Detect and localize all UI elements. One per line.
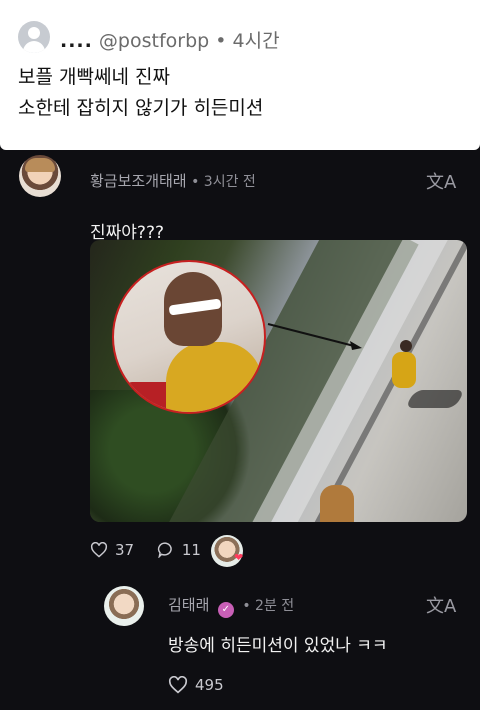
translate-icon[interactable]: 文A (426, 592, 456, 618)
like-count: 37 (115, 540, 135, 559)
post-meta: .... @postforbp • 4시간 (60, 26, 280, 53)
creator-heart-icon: ❤ (234, 551, 244, 564)
reply-count: 11 (181, 540, 201, 559)
post-handle[interactable]: @postforbp (99, 30, 209, 52)
reply-like-button[interactable]: 495 (168, 676, 224, 694)
arrow-icon (267, 323, 362, 350)
default-avatar-icon[interactable] (18, 21, 50, 53)
post-time: 4시간 (232, 30, 280, 52)
reply-avatar[interactable] (104, 586, 144, 626)
quoted-post[interactable]: .... @postforbp • 4시간 보플 개빡쎄네 진짜 소한테 잡히지… (0, 0, 480, 150)
reply-meta: 김태래 ✓ • 2분 전 (168, 594, 294, 618)
comment-avatar[interactable] (19, 155, 61, 197)
post-line-1: 보플 개빡쎄네 진짜 (18, 66, 170, 88)
heart-icon (168, 676, 188, 694)
comment-bubble-icon (157, 542, 172, 558)
comment-time: 3시간 전 (203, 174, 256, 190)
translate-icon[interactable]: 文A (426, 168, 456, 194)
verified-badge-icon: ✓ (217, 602, 234, 618)
post-text: 보플 개빡쎄네 진짜 소한테 잡히지 않기가 히든미션 (18, 62, 263, 124)
post-line-2: 소한테 잡히지 않기가 히든미션 (18, 97, 264, 119)
heart-icon (90, 541, 108, 558)
comment-author[interactable]: 황금보조개태래 (90, 172, 187, 190)
meta-separator: • (215, 30, 227, 52)
post-author-hidden[interactable]: .... (60, 30, 93, 52)
comment-photo[interactable] (90, 240, 467, 522)
reply-author[interactable]: 김태래 (168, 596, 209, 614)
reply-button[interactable]: 11 (157, 541, 201, 559)
reply-like-count: 495 (195, 676, 224, 694)
meta-separator: • (242, 598, 251, 614)
like-button[interactable]: 37 (90, 541, 134, 559)
meta-separator: • (191, 174, 200, 190)
comment-meta: 황금보조개태래 • 3시간 전 (90, 170, 256, 191)
reply-text: 방송에 히든미션이 있었나 ㅋㅋ (168, 636, 388, 656)
comment-actions: 37 11 (90, 540, 219, 562)
reply-time: 2분 전 (255, 598, 295, 614)
